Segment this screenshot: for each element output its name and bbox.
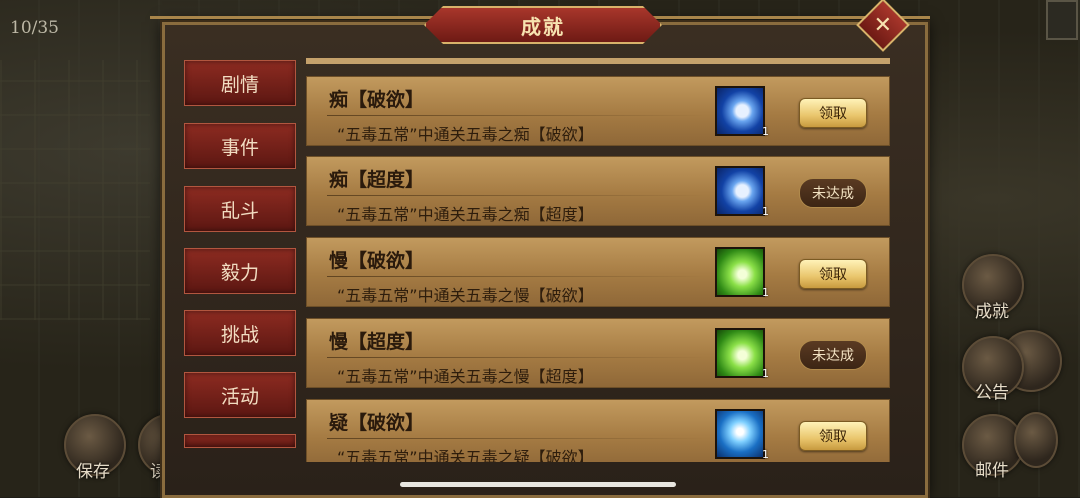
row-divider bbox=[327, 276, 707, 277]
dialog-title: 成就 bbox=[521, 14, 565, 39]
achievement-title: 疑【破欲】 bbox=[329, 412, 425, 434]
leaf-icon[interactable] bbox=[715, 328, 765, 378]
achievement-desc: “五毒五常”中通关五毒之慢【超度】 bbox=[337, 367, 594, 386]
tab-brawl[interactable]: 乱斗 bbox=[184, 186, 296, 232]
tab-challenge[interactable]: 挑战 bbox=[184, 310, 296, 356]
notice-label: 公告 bbox=[975, 383, 1009, 403]
pause-button[interactable] bbox=[1014, 412, 1058, 468]
reward-count: 1 bbox=[762, 125, 769, 138]
save-label: 保存 bbox=[76, 462, 110, 482]
corner-indicator bbox=[1046, 0, 1078, 40]
achievement-hud-label: 成就 bbox=[975, 302, 1009, 322]
achievement-list[interactable]: 痴【破欲】 “五毒五常”中通关五毒之痴【破欲】 1 领取 痴【超度】 “五毒五常… bbox=[306, 58, 890, 462]
achievement-title: 痴【破欲】 bbox=[329, 89, 425, 111]
progress-counter: 10/35 bbox=[10, 18, 59, 38]
close-icon: ✕ bbox=[873, 12, 893, 38]
row-divider bbox=[327, 438, 707, 439]
mail-label: 邮件 bbox=[975, 461, 1009, 481]
dialog-title-plate: 成就 bbox=[424, 6, 662, 44]
achievement-title: 慢【破欲】 bbox=[329, 250, 425, 272]
achievement-row: 慢【破欲】 “五毒五常”中通关五毒之慢【破欲】 1 领取 bbox=[306, 237, 890, 307]
tab-partial[interactable] bbox=[184, 434, 296, 448]
horizontal-scroll-indicator[interactable] bbox=[400, 482, 676, 487]
achievement-row: 痴【超度】 “五毒五常”中通关五毒之痴【超度】 1 未达成 bbox=[306, 156, 890, 226]
achievement-row: 慢【超度】 “五毒五常”中通关五毒之慢【超度】 1 未达成 bbox=[306, 318, 890, 388]
moon-icon[interactable] bbox=[715, 166, 765, 216]
tab-perseverance[interactable]: 毅力 bbox=[184, 248, 296, 294]
tab-event[interactable]: 事件 bbox=[184, 123, 296, 169]
claim-button[interactable]: 领取 bbox=[799, 259, 867, 289]
achievement-row: 疑【破欲】 “五毒五常”中通关五毒之疑【破欲】 1 领取 bbox=[306, 399, 890, 462]
reward-count: 1 bbox=[762, 205, 769, 218]
achievement-desc: “五毒五常”中通关五毒之痴【超度】 bbox=[337, 205, 594, 224]
reward-count: 1 bbox=[762, 448, 769, 461]
row-divider bbox=[327, 115, 707, 116]
lightning-icon[interactable] bbox=[715, 409, 765, 459]
tab-story[interactable]: 剧情 bbox=[184, 60, 296, 106]
not-achieved-badge: 未达成 bbox=[799, 178, 867, 208]
not-achieved-badge: 未达成 bbox=[799, 340, 867, 370]
row-divider bbox=[327, 357, 707, 358]
row-divider bbox=[327, 195, 707, 196]
claim-button[interactable]: 领取 bbox=[799, 98, 867, 128]
achievement-desc: “五毒五常”中通关五毒之痴【破欲】 bbox=[337, 125, 594, 144]
leaf-icon[interactable] bbox=[715, 247, 765, 297]
achievement-row: 痴【破欲】 “五毒五常”中通关五毒之痴【破欲】 1 领取 bbox=[306, 76, 890, 146]
moon-icon[interactable] bbox=[715, 86, 765, 136]
achievement-title: 痴【超度】 bbox=[329, 169, 425, 191]
reward-count: 1 bbox=[762, 286, 769, 299]
map-grid bbox=[0, 60, 150, 320]
achievement-desc: “五毒五常”中通关五毒之慢【破欲】 bbox=[337, 286, 594, 305]
tab-activity[interactable]: 活动 bbox=[184, 372, 296, 418]
claim-button[interactable]: 领取 bbox=[799, 421, 867, 451]
reward-count: 1 bbox=[762, 367, 769, 380]
achievement-title: 慢【超度】 bbox=[329, 331, 425, 353]
achievement-desc: “五毒五常”中通关五毒之疑【破欲】 bbox=[337, 448, 594, 462]
